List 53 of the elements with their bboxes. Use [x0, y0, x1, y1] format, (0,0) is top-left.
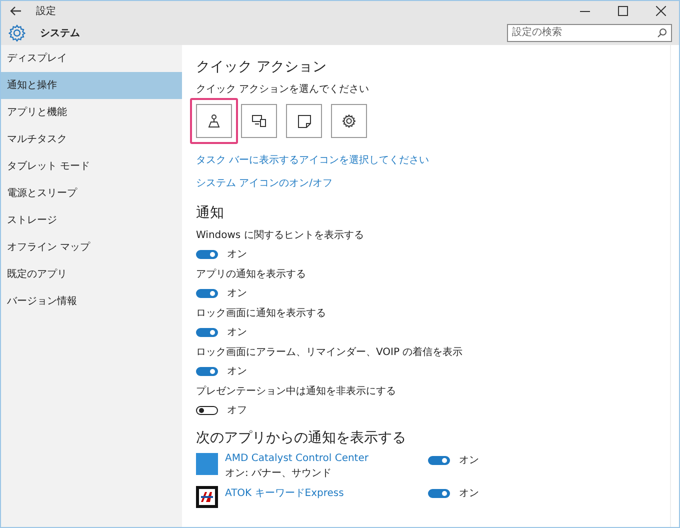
close-icon[interactable] [656, 6, 666, 16]
toggle-state: オン [227, 248, 247, 261]
devices-icon [252, 115, 266, 127]
gear-icon [8, 24, 26, 42]
window-title: 設定 [36, 4, 56, 18]
app-name-link[interactable]: ATOK キーワードExpress [225, 486, 405, 500]
sidebar-item[interactable]: 既定のアプリ [1, 261, 182, 288]
setting-label: アプリの通知を表示する [196, 268, 306, 281]
sidebar-item[interactable]: マルチタスク [1, 126, 182, 153]
app-name-link[interactable]: AMD Catalyst Control Center [225, 453, 405, 464]
toggle-switch[interactable] [428, 456, 450, 464]
sidebar-item[interactable]: アプリと機能 [1, 99, 182, 126]
toggle-switch[interactable] [196, 406, 218, 414]
search-field[interactable]: 設定の検索 [507, 24, 672, 42]
maximize-icon[interactable] [618, 6, 628, 16]
search-icon[interactable] [657, 28, 667, 38]
toggle-state: オン [227, 326, 247, 339]
toggle-state: オン [227, 287, 247, 300]
app-notification-detail: オン: バナー、サウンド [225, 467, 333, 480]
setting-label: Windows に関するヒントを表示する [196, 228, 364, 242]
toggle-state: オン [227, 365, 247, 378]
settings-link[interactable]: システム アイコンのオン/オフ [196, 176, 333, 190]
app-icon [196, 453, 218, 475]
sidebar-item[interactable]: オフライン マップ [1, 234, 182, 261]
sidebar-item[interactable]: ディスプレイ [1, 45, 182, 72]
section-heading: 次のアプリからの通知を表示する [196, 429, 406, 447]
setting-label: プレゼンテーション中は通知を非表示にする [196, 384, 396, 398]
sidebar-item[interactable]: ストレージ [1, 207, 182, 234]
toggle-switch[interactable] [196, 366, 218, 376]
section-subtitle: クイック アクションを選んでください [196, 83, 370, 96]
section-heading: 通知 [196, 204, 224, 222]
sidebar-item[interactable]: 電源とスリープ [1, 180, 182, 207]
sidebar-item[interactable]: タブレット モード [1, 153, 182, 180]
section-heading: クイック アクション [196, 58, 326, 76]
toggle-state: オフ [227, 404, 247, 417]
toggle-state: オン [459, 454, 479, 467]
setting-label: ロック画面に通知を表示する [196, 306, 326, 320]
note-icon [298, 114, 310, 128]
sidebar-item[interactable]: 通知と操作 [1, 72, 182, 99]
settings-link[interactable]: タスク バーに表示するアイコンを選択してください [196, 153, 430, 167]
toggle-state: オン [459, 487, 479, 500]
toggle-switch[interactable] [196, 250, 218, 258]
toggle-switch[interactable] [428, 488, 450, 498]
quick-action-tile[interactable] [190, 98, 238, 144]
back-arrow-icon[interactable] [10, 6, 22, 16]
page-title: システム [40, 26, 80, 40]
setting-label: ロック画面にアラーム、リマインダー、VOIP の着信を表示 [196, 346, 463, 359]
sidebar-item[interactable]: バージョン情報 [1, 288, 182, 315]
toggle-switch[interactable] [196, 328, 218, 336]
gear-icon [342, 114, 356, 128]
person-icon [207, 114, 221, 128]
toggle-switch[interactable] [196, 288, 218, 298]
app-logo-icon [196, 486, 218, 508]
